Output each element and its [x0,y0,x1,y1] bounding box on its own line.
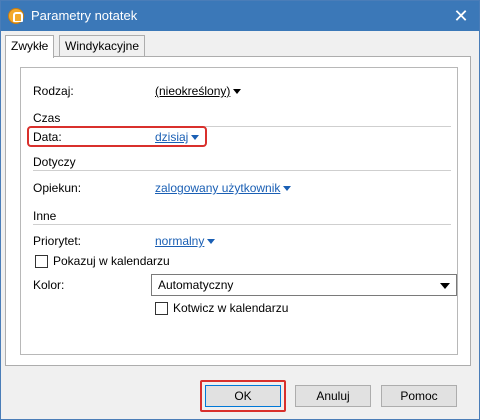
window-title: Parametry notatek [31,8,138,23]
section-divider [33,224,451,225]
priorytet-value: normalny [155,234,205,248]
kotwicz-checkbox[interactable] [155,302,168,315]
rodzaj-dropdown[interactable]: (nieokreślony) [155,84,242,98]
opiekun-value: zalogowany użytkownik [155,181,281,195]
opiekun-dropdown[interactable]: zalogowany użytkownik [155,181,292,195]
pokazuj-label: Pokazuj w kalendarzu [53,254,170,268]
tab-zwykle[interactable]: Zwykłe [5,35,55,58]
chevron-down-icon [191,135,200,141]
settings-group: Rodzaj: (nieokreślony) Czas Data: dzisia… [20,67,458,355]
tab-windykacyjne[interactable]: Windykacyjne [59,35,146,57]
chevron-down-icon [207,239,216,245]
button-bar: OK Anuluj Pomoc [1,369,479,419]
priorytet-dropdown[interactable]: normalny [155,234,216,248]
dialog-window: Parametry notatek ✕ Zwykłe Windykacyjne … [0,0,480,420]
rodzaj-value: (nieokreślony) [155,84,231,98]
tab-panel: Rodzaj: (nieokreślony) Czas Data: dzisia… [5,56,471,366]
chevron-down-icon [283,186,292,192]
data-label: Data: [33,130,62,144]
kolor-select[interactable]: Automatyczny [151,274,457,296]
chevron-down-icon [440,283,450,289]
ok-button[interactable]: OK [205,385,281,407]
kolor-value: Automatyczny [158,278,234,292]
section-czas: Czas [33,111,61,125]
data-dropdown[interactable]: dzisiaj [155,130,200,144]
section-inne: Inne [33,209,57,223]
title-bar: Parametry notatek ✕ [1,1,479,31]
kolor-label: Kolor: [33,278,65,292]
section-divider [33,170,451,171]
priorytet-label: Priorytet: [33,234,82,248]
help-button[interactable]: Pomoc [381,385,457,407]
pokazuj-checkbox[interactable] [35,255,48,268]
kotwicz-label: Kotwicz w kalendarzu [173,301,289,315]
chevron-down-icon [233,89,242,95]
app-icon [8,8,24,24]
close-button[interactable]: ✕ [449,4,473,28]
data-value: dzisiaj [155,130,189,144]
section-dotyczy: Dotyczy [33,155,76,169]
opiekun-label: Opiekun: [33,181,82,195]
cancel-button[interactable]: Anuluj [295,385,371,407]
rodzaj-label: Rodzaj: [33,84,74,98]
